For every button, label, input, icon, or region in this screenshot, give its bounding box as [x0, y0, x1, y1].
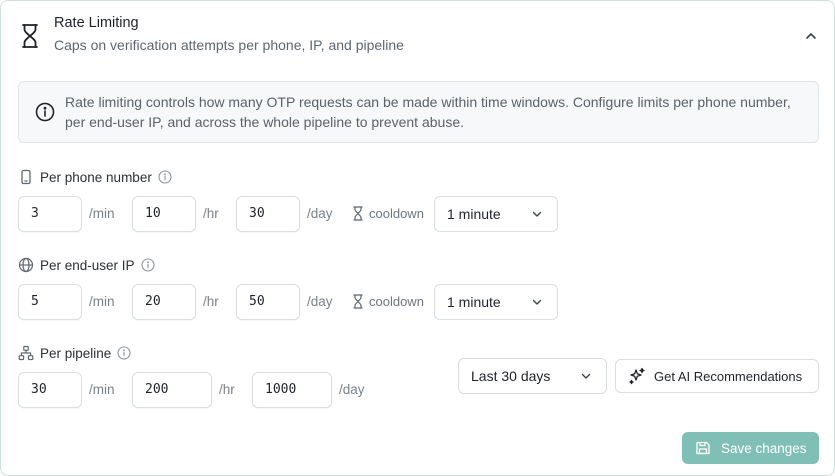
network-icon: [18, 345, 34, 361]
pipeline-hr-unit: /hr: [219, 382, 235, 397]
collapse-button[interactable]: [799, 25, 823, 47]
info-text: Rate limiting controls how many OTP requ…: [65, 94, 791, 130]
phone-icon: [18, 169, 34, 185]
chevron-down-icon: [580, 370, 592, 382]
pipeline-per-hr-input[interactable]: 200: [132, 372, 212, 408]
pipeline-label: Per pipeline: [40, 345, 112, 361]
section-subtitle: Caps on verification attempts per phone,…: [54, 37, 404, 53]
section-title: Rate Limiting: [54, 15, 139, 31]
save-icon: [695, 440, 711, 456]
globe-icon: [18, 257, 34, 273]
sparkles-icon: [628, 367, 646, 385]
cooldown-text: cooldown: [369, 294, 424, 309]
save-button[interactable]: Save changes: [682, 432, 819, 464]
cooldown-text: cooldown: [369, 206, 424, 221]
phone-cooldown-value: 1 minute: [447, 206, 501, 222]
ip-cooldown-select[interactable]: 1 minute: [434, 284, 558, 320]
ip-per-hr-input[interactable]: 20: [132, 284, 196, 320]
phone-day-unit: /day: [307, 206, 333, 221]
pipeline-per-min-input[interactable]: 30: [18, 372, 82, 408]
phone-per-min-input[interactable]: 3: [18, 196, 82, 232]
pipeline-help-icon[interactable]: [117, 346, 131, 360]
ai-recommendations-button[interactable]: Get AI Recommendations: [615, 359, 819, 393]
ip-day-unit: /day: [307, 294, 333, 309]
ip-label: Per end-user IP: [40, 257, 135, 273]
pipeline-min-unit: /min: [89, 382, 115, 397]
pipeline-section-label: Per pipeline: [18, 345, 131, 361]
phone-cooldown-select[interactable]: 1 minute: [434, 196, 558, 232]
phone-per-day-input[interactable]: 30: [236, 196, 300, 232]
pipeline-per-day-input[interactable]: 1000: [252, 372, 332, 408]
date-range-select[interactable]: Last 30 days: [458, 358, 607, 394]
phone-section-label: Per phone number: [18, 169, 172, 185]
hourglass-icon: [19, 23, 41, 49]
ip-section-label: Per end-user IP: [18, 257, 155, 273]
ip-cooldown-value: 1 minute: [447, 294, 501, 310]
save-label: Save changes: [721, 440, 807, 456]
chevron-down-icon: [531, 296, 543, 308]
chevron-up-icon: [805, 32, 817, 40]
rate-limiting-card: Rate Limiting Caps on verification attem…: [0, 0, 835, 476]
ip-per-day-input[interactable]: 50: [236, 284, 300, 320]
ip-per-min-input[interactable]: 5: [18, 284, 82, 320]
ip-help-icon[interactable]: [140, 258, 155, 272]
ip-hr-unit: /hr: [203, 294, 219, 309]
pipeline-day-unit: /day: [339, 382, 365, 397]
info-banner: Rate limiting controls how many OTP requ…: [18, 81, 819, 143]
ip-min-unit: /min: [89, 294, 115, 309]
phone-cooldown-label: cooldown: [352, 206, 424, 221]
date-range-value: Last 30 days: [471, 368, 551, 384]
hourglass-icon: [352, 206, 364, 221]
info-icon: [35, 102, 55, 122]
phone-per-hr-input[interactable]: 10: [132, 196, 196, 232]
hourglass-icon: [352, 294, 364, 309]
phone-help-icon[interactable]: [158, 170, 172, 184]
phone-min-unit: /min: [89, 206, 115, 221]
ip-cooldown-label: cooldown: [352, 294, 424, 309]
chevron-down-icon: [531, 208, 543, 220]
phone-label: Per phone number: [40, 169, 152, 185]
phone-hr-unit: /hr: [203, 206, 219, 221]
ai-recommendations-label: Get AI Recommendations: [654, 368, 803, 384]
